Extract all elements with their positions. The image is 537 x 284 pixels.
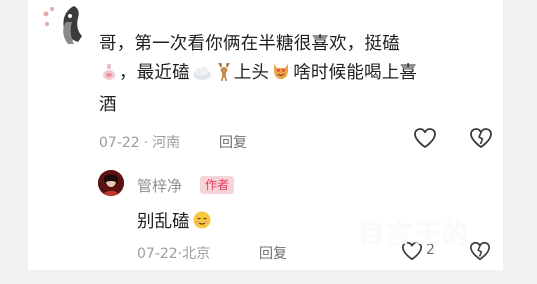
deer-emoji	[216, 61, 232, 91]
comment-line-2-c: 啥时候能喝上喜	[293, 63, 418, 83]
reply-text: 别乱磕	[137, 208, 214, 235]
wine-bottle-emoji	[101, 62, 117, 91]
watermark: 目言王的	[358, 220, 471, 250]
comment-location: 河南	[152, 135, 181, 151]
comment-line-2-a: ，最近磕	[119, 63, 190, 83]
broken-heart-icon[interactable]	[468, 240, 492, 262]
comment-date: 07-22	[99, 135, 140, 151]
reply-reply-button[interactable]: 回复	[259, 243, 287, 263]
reply-author-name[interactable]: 管梓净	[137, 175, 182, 196]
commenter-avatar[interactable]	[38, 2, 84, 48]
meta-separator: ·	[143, 135, 149, 151]
reply-button[interactable]: 回复	[219, 132, 247, 152]
comment-line-1: 哥，第一次看你俩在半糖很喜欢，挺磕	[99, 34, 400, 54]
comment-line-3: 酒	[99, 95, 117, 115]
author-badge: 作者	[200, 176, 235, 194]
reply-date: 07-22	[137, 246, 178, 262]
page: 哥，第一次看你俩在半糖很喜欢，挺磕 ，最近磕 上头 啥时候能喝上喜 酒 07-2…	[0, 0, 537, 284]
comment-card: 哥，第一次看你俩在半糖很喜欢，挺磕 ，最近磕 上头 啥时候能喝上喜 酒 07-2…	[28, 0, 503, 270]
comment-line-2: ，最近磕 上头 啥时候能喝上喜	[99, 59, 459, 91]
reply-text-content: 别乱磕	[137, 212, 190, 232]
reply-author-avatar[interactable]	[98, 170, 124, 196]
reply-location: 北京	[182, 246, 211, 262]
reply-meta: 07-22·北京	[137, 243, 210, 263]
comment-meta: 07-22 · 河南	[99, 132, 184, 152]
heart-eyes-cat-emoji	[271, 61, 291, 91]
heart-outline-icon[interactable]	[412, 126, 438, 150]
comment-line-2-b: 上头	[233, 63, 270, 83]
cloud-emoji	[192, 62, 212, 91]
sleepy-face-emoji	[192, 210, 212, 235]
comment-text: 哥，第一次看你俩在半糖很喜欢，挺磕 ，最近磕 上头 啥时候能喝上喜 酒	[99, 30, 459, 120]
broken-heart-icon[interactable]	[468, 126, 494, 150]
